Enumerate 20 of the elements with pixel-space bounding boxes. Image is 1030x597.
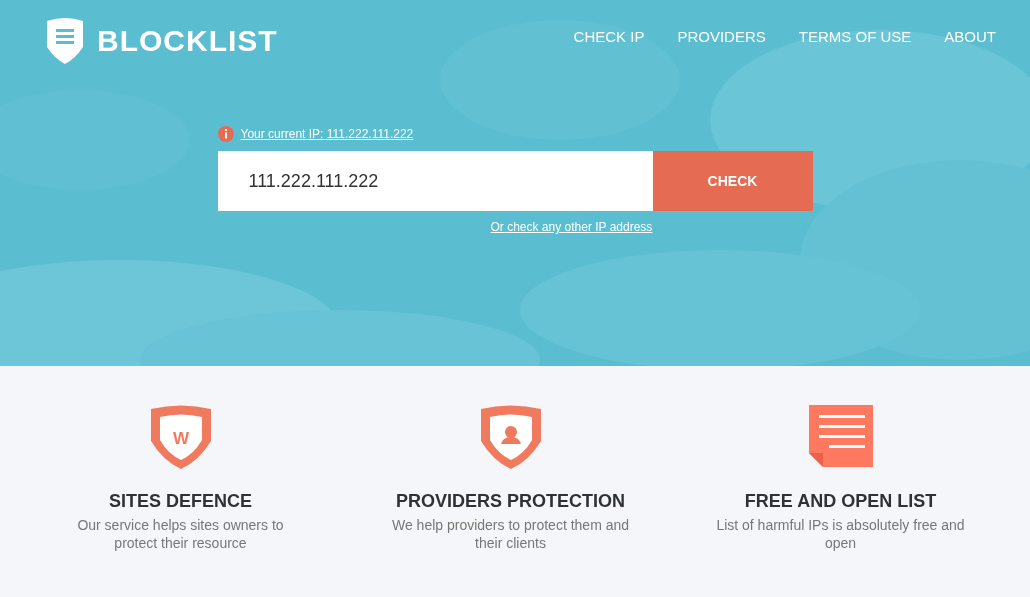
shield-letter: W: [172, 429, 189, 448]
nav-link[interactable]: TERMS OF USE: [798, 28, 912, 45]
info-icon: [217, 126, 234, 142]
check-button[interactable]: CHECK: [652, 151, 813, 211]
feature-title: SITES DEFENCE: [109, 491, 252, 512]
nav-link[interactable]: ABOUT: [944, 28, 996, 45]
current-ip-link[interactable]: Your current IP: 111.222.111.222: [240, 127, 414, 141]
feature-description: Our service helps sites owners to protect their resource: [76, 516, 285, 552]
ip-input-field[interactable]: 111.222.111.222: [217, 151, 653, 211]
feature-description: We help providers to protect them and their clients: [390, 516, 631, 552]
nav-link[interactable]: PROVIDERS: [677, 28, 766, 45]
feature-title: FREE AND OPEN LIST: [744, 491, 937, 512]
document-icon: [808, 405, 873, 467]
nav-link[interactable]: CHECK IP: [573, 28, 645, 45]
shield-person-icon: [478, 405, 543, 469]
feature-title: PROVIDERS PROTECTION: [396, 491, 625, 512]
shield-menu-icon: [45, 17, 85, 64]
feature-description: List of harmful IPs is absolutely free and open: [715, 516, 966, 552]
other-ip-link[interactable]: Or check any other IP address: [490, 220, 653, 234]
logo-text: BLOCKLIST: [97, 23, 278, 58]
